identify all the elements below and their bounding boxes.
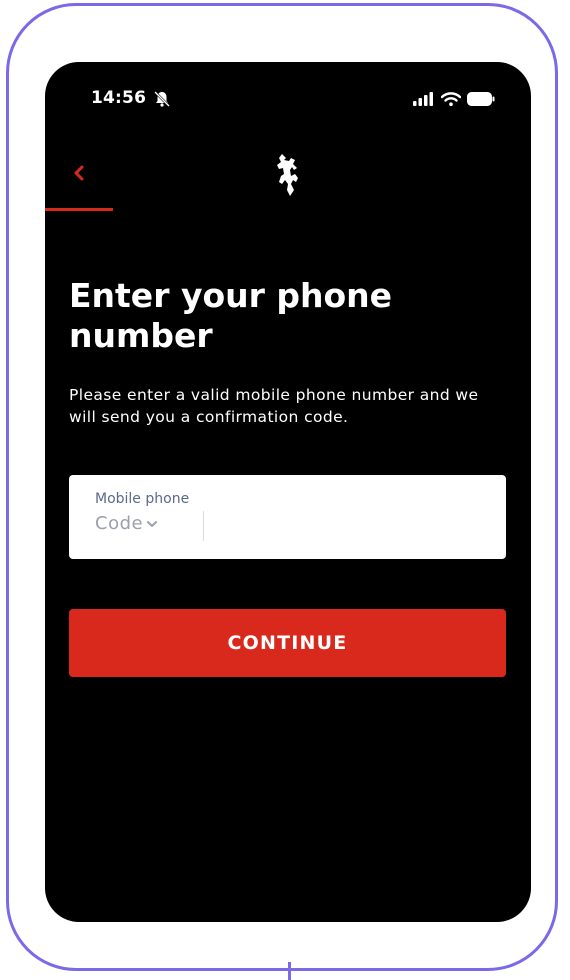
field-divider [203,511,204,541]
mobile-phone-label: Mobile phone [95,491,190,507]
mobile-phone-field: Mobile phone Code [69,475,506,559]
frame-tick-mark [288,962,291,980]
status-time: 14:56 [91,88,147,108]
country-code-select[interactable]: Code [95,513,158,534]
back-underline [45,208,113,211]
prancing-horse-logo [273,152,303,202]
back-button[interactable] [65,158,95,188]
status-bar: 14:56 [45,88,531,114]
bell-mute-icon [153,90,171,112]
page-title: Enter your phone number [69,276,393,355]
battery-icon [467,91,495,110]
phone-number-input[interactable] [211,509,495,545]
signal-icon [413,91,435,110]
continue-button[interactable]: CONTINUE [69,609,506,677]
chevron-left-icon [65,165,95,192]
page-subtitle: Please enter a valid mobile phone number… [69,386,479,426]
chevron-down-icon [146,514,158,533]
country-code-label: Code [95,513,144,534]
nav-bar [45,152,531,212]
phone-screen: 14:56 Enter your phone number Please ent… [45,62,531,922]
status-icons [413,91,495,110]
wifi-icon [440,91,462,110]
